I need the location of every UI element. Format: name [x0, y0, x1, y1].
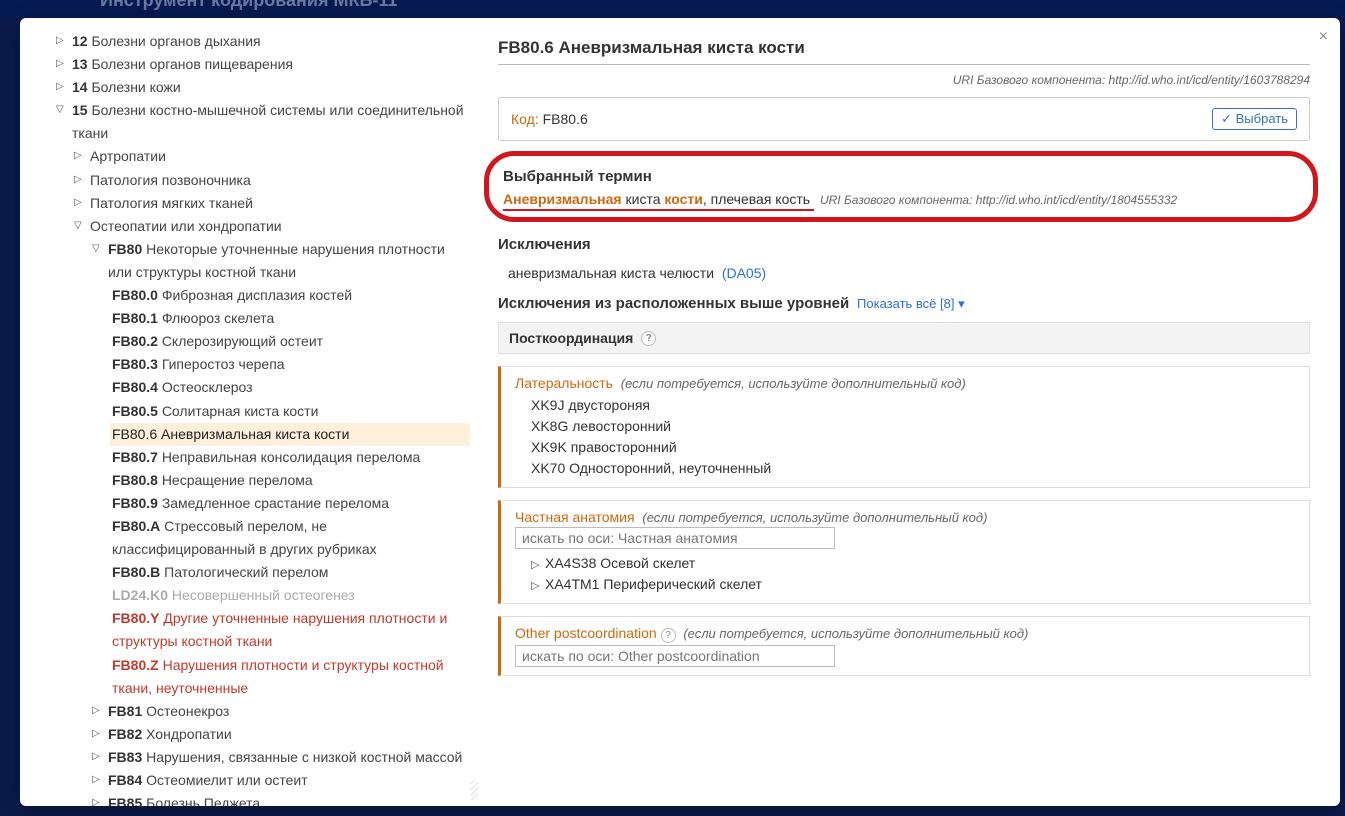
tree-leaf[interactable]: FB80.5 Солитарная киста кости — [110, 400, 470, 423]
axis-note: (если потребуется, используйте дополните… — [621, 376, 966, 391]
tree-leaf[interactable]: FB80.8 Несращение перелома — [110, 469, 470, 492]
exclusion-link[interactable]: (DA05) — [722, 265, 766, 281]
tree-leaf[interactable]: FB80.Z Нарушения плотности и структуры к… — [110, 654, 470, 700]
panel-resizer[interactable] — [470, 780, 478, 800]
tree-leaf[interactable]: FB80.3 Гиперостоз черепа — [110, 353, 470, 376]
tree-leaf[interactable]: FB80.6 Аневризмальная киста кости — [110, 423, 470, 446]
tree-leaf[interactable]: FB80.Y Другие уточненные нарушения плотн… — [110, 607, 470, 653]
chevron-right-icon[interactable]: ▷ — [92, 749, 100, 766]
axis-item[interactable]: ▷XA4S38 Осевой скелет — [531, 553, 1299, 574]
chevron-right-icon[interactable]: ▷ — [92, 726, 100, 743]
tree-group[interactable]: ▷ Патология мягких тканей — [74, 192, 470, 215]
axis-search-input[interactable] — [515, 645, 835, 667]
axis-title: Other postcoordination — [515, 625, 657, 641]
chevron-right-icon[interactable]: ▷ — [74, 172, 82, 189]
detail-panel: FB80.6 Аневризмальная киста кости URI Ба… — [478, 18, 1340, 806]
selected-term-text: Аневризмальная киста кости, плечевая кос… — [503, 191, 814, 211]
tree-node[interactable]: ▷ FB81 Остеонекроз — [92, 700, 470, 723]
chevron-right-icon[interactable]: ▷ — [92, 772, 100, 789]
code-label: Код: — [511, 111, 539, 127]
help-icon[interactable]: ? — [641, 331, 656, 346]
axis-search-input[interactable] — [515, 527, 835, 549]
tree-leaf[interactable]: FB80.7 Неправильная консолидация перелом… — [110, 446, 470, 469]
code-box: Код: FB80.6 ✓ Выбрать — [498, 97, 1310, 141]
axis-title: Частная анатомия — [515, 509, 635, 525]
tree-node[interactable]: ▷ FB85 Болезнь Педжета — [92, 792, 470, 806]
exclusions-heading: Исключения — [498, 236, 1310, 253]
chevron-right-icon[interactable]: ▷ — [74, 148, 82, 165]
entity-title: FB80.6 Аневризмальная киста кости — [498, 38, 1310, 65]
help-icon[interactable]: ? — [661, 628, 676, 643]
background-title: Инструмент кодирования МКБ-11 — [0, 0, 1345, 18]
close-icon[interactable]: × — [1319, 28, 1328, 46]
tree-chapter[interactable]: ▷ 13 Болезни органов пищеварения — [56, 53, 470, 76]
postcoordination-header: Посткоординация ? — [498, 322, 1310, 354]
chevron-right-icon[interactable]: ▷ — [92, 703, 100, 720]
tree-leaf[interactable]: FB80.2 Склерозирующий остеит — [110, 330, 470, 353]
chevron-right-icon[interactable]: ▷ — [74, 195, 82, 212]
axis-item[interactable]: XK8G левосторонний — [531, 416, 1299, 437]
entity-uri: URI Базового компонента: http://id.who.i… — [498, 73, 1310, 87]
tree-chapter-15[interactable]: ▽ 15 Болезни костно-мышечной системы или… — [56, 99, 470, 145]
chevron-right-icon[interactable]: ▷ — [531, 578, 541, 595]
exclusions-list: аневризмальная киста челюсти (DA05) — [498, 259, 1310, 295]
axis-block: Частная анатомия (если потребуется, испо… — [498, 500, 1310, 604]
axis-block: Other postcoordination ? (если потребует… — [498, 616, 1310, 676]
show-all-link[interactable]: Показать всё [8] ▾ — [857, 296, 965, 311]
tree-panel: ▷ 12 Болезни органов дыхания ▷ 13 Болезн… — [20, 18, 470, 806]
tree-node-fb80[interactable]: ▽ FB80 Некоторые уточненные нарушения пл… — [92, 238, 470, 284]
selected-term-uri: URI Базового компонента: http://id.who.i… — [820, 193, 1177, 207]
chevron-open-icon[interactable]: ▽ — [92, 241, 100, 258]
chevron-right-icon[interactable]: ▷ — [56, 56, 64, 73]
tree-group[interactable]: ▷ Артропатии — [74, 145, 470, 168]
modal-dialog: × ▷ 12 Болезни органов дыхания ▷ 13 Боле… — [20, 18, 1340, 806]
axis-title: Латеральность — [515, 375, 613, 391]
tree-leaf[interactable]: FB80.4 Остеосклероз — [110, 376, 470, 399]
exclusion-text: аневризмальная киста челюсти — [508, 265, 714, 281]
chevron-right-icon[interactable]: ▷ — [92, 795, 100, 806]
chevron-right-icon[interactable]: ▷ — [531, 557, 541, 574]
tree-group[interactable]: ▷ Патология позвоночника — [74, 169, 470, 192]
tree-leaf[interactable]: FB80.9 Замедленное срастание перелома — [110, 492, 470, 515]
chevron-right-icon[interactable]: ▷ — [56, 33, 64, 50]
axis-note: (если потребуется, используйте дополните… — [683, 626, 1028, 641]
axis-item[interactable]: ▷XA4TM1 Периферический скелет — [531, 574, 1299, 595]
tree-chapter[interactable]: ▷ 12 Болезни органов дыхания — [56, 30, 470, 53]
axis-block: Латеральность (если потребуется, использ… — [498, 366, 1310, 488]
tree-leaf[interactable]: FB80.B Патологический перелом — [110, 561, 470, 584]
tree-node[interactable]: ▷ FB84 Остеомиелит или остеит — [92, 769, 470, 792]
selected-term-highlight: Выбранный термин Аневризмальная киста ко… — [484, 151, 1318, 222]
tree-node[interactable]: ▷ FB82 Хондропатии — [92, 723, 470, 746]
selected-term-heading: Выбранный термин — [503, 168, 1295, 185]
chevron-open-icon[interactable]: ▽ — [74, 218, 82, 235]
axis-item[interactable]: XK9J двустороняя — [531, 395, 1299, 416]
chevron-open-icon[interactable]: ▽ — [56, 102, 64, 119]
axis-item[interactable]: XK9K правосторонний — [531, 437, 1299, 458]
select-button[interactable]: ✓ Выбрать — [1212, 108, 1297, 130]
tree-node[interactable]: ▷ FB83 Нарушения, связанные с низкой кос… — [92, 746, 470, 769]
tree-leaf[interactable]: FB80.A Стрессовый перелом, не классифици… — [110, 515, 470, 561]
exclusions-above-heading: Исключения из расположенных выше уровней — [498, 295, 849, 312]
tree-leaf[interactable]: FB80.0 Фиброзная дисплазия костей — [110, 284, 470, 307]
chevron-right-icon[interactable]: ▷ — [56, 79, 64, 96]
tree-chapter[interactable]: ▷ 14 Болезни кожи — [56, 76, 470, 99]
tree-group-osteopathies[interactable]: ▽ Остеопатии или хондропатии — [74, 215, 470, 238]
code-value: FB80.6 — [543, 111, 588, 127]
axis-item[interactable]: XK70 Односторонний, неуточненный — [531, 458, 1299, 479]
axis-note: (если потребуется, используйте дополните… — [642, 510, 987, 525]
tree-leaf[interactable]: LD24.K0 Несовершенный остеогенез — [110, 584, 470, 607]
tree-leaf[interactable]: FB80.1 Флюороз скелета — [110, 307, 470, 330]
